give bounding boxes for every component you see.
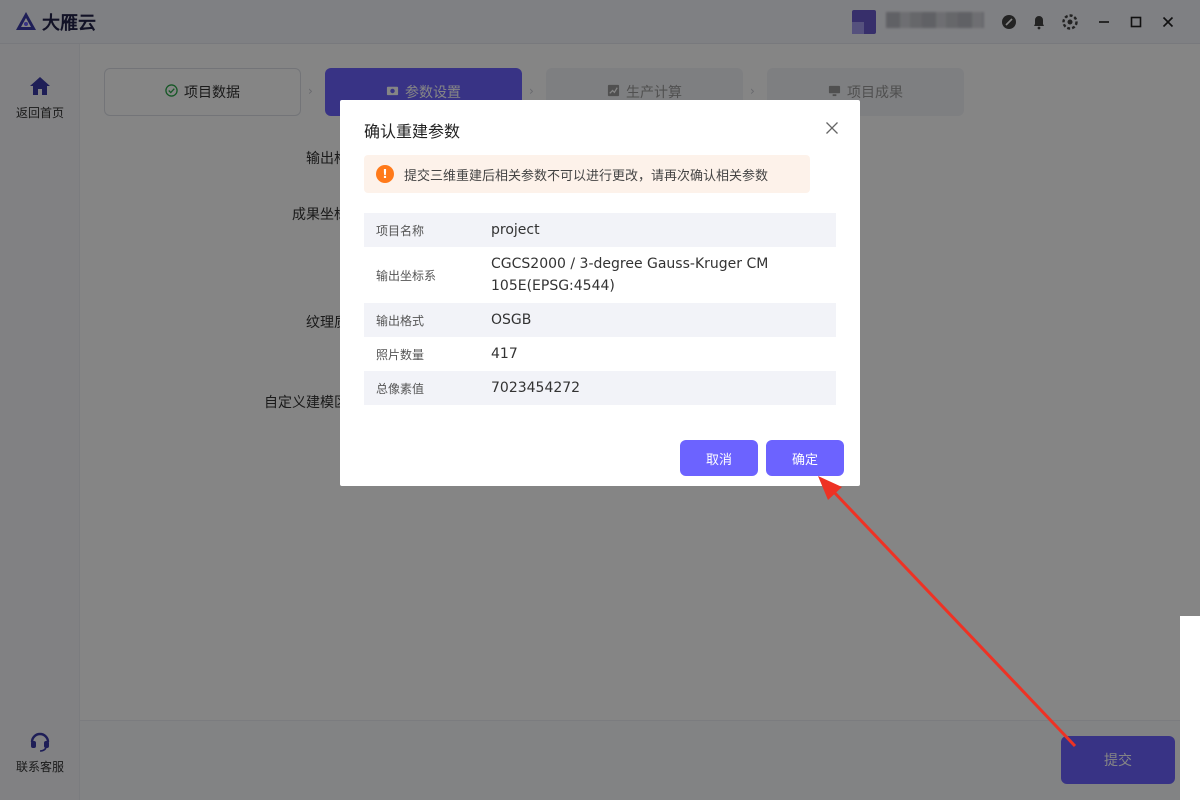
row-value: OSGB <box>491 312 532 328</box>
confirm-button[interactable]: 确定 <box>766 440 844 476</box>
scrollbar[interactable] <box>1180 616 1200 800</box>
table-row: 输出坐标系 CGCS2000 / 3-degree Gauss-Kruger C… <box>364 247 836 303</box>
row-key: 项目名称 <box>376 223 425 238</box>
confirm-dialog: 确认重建参数 ! 提交三维重建后相关参数不可以进行更改，请再次确认相关参数 项目… <box>340 100 860 486</box>
row-key: 输出坐标系 <box>376 268 437 283</box>
warning-text: 提交三维重建后相关参数不可以进行更改，请再次确认相关参数 <box>404 168 769 184</box>
row-value: 417 <box>491 346 518 362</box>
warning-icon: ! <box>376 165 394 183</box>
table-row: 项目名称 project <box>364 213 836 247</box>
table-row: 总像素值 7023454272 <box>364 371 836 405</box>
table-row: 照片数量 417 <box>364 337 836 371</box>
row-key: 总像素值 <box>376 381 425 396</box>
row-key: 输出格式 <box>376 313 425 328</box>
warning-banner: ! 提交三维重建后相关参数不可以进行更改，请再次确认相关参数 <box>364 155 810 193</box>
row-value: CGCS2000 / 3-degree Gauss-Kruger CM 105E… <box>491 256 769 294</box>
close-icon[interactable] <box>824 120 840 136</box>
row-key: 照片数量 <box>376 347 425 362</box>
row-value: 7023454272 <box>491 380 581 396</box>
dialog-title: 确认重建参数 <box>364 122 461 141</box>
row-value: project <box>491 222 540 238</box>
table-row: 输出格式 OSGB <box>364 303 836 337</box>
cancel-button[interactable]: 取消 <box>680 440 758 476</box>
params-table: 项目名称 project 输出坐标系 CGCS2000 / 3-degree G… <box>364 213 836 405</box>
